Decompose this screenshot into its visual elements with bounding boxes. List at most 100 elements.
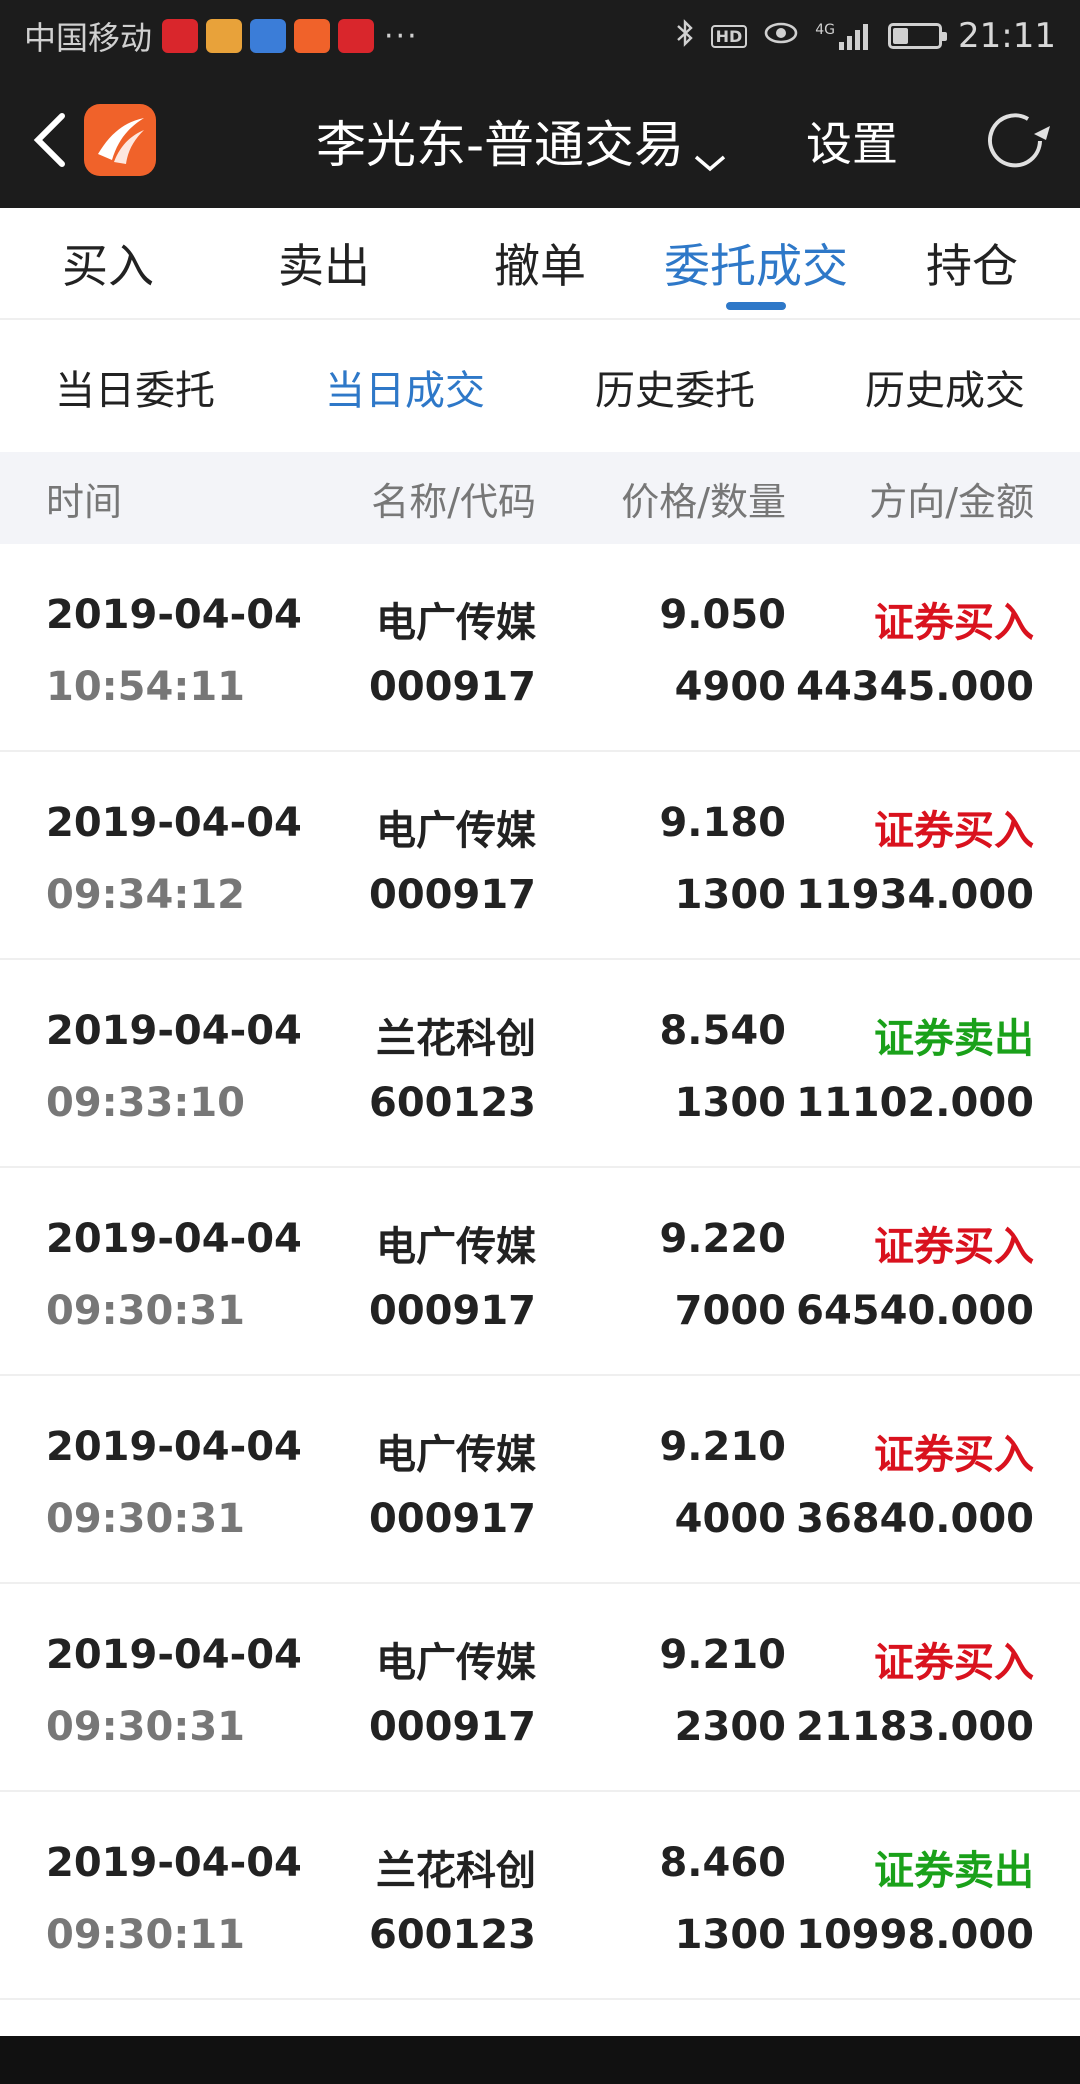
stock-name: 电广传媒 [376,808,536,854]
hd-badge: HD [710,24,748,48]
stock-code: 000917 [369,1288,536,1334]
trade-price: 9.220 [659,1216,786,1262]
trade-quantity: 4000 [674,1496,786,1542]
trade-time: 09:30:31 [46,1288,245,1334]
trade-date: 2019-04-04 [46,800,302,846]
trade-time: 10:54:11 [46,664,245,710]
table-row[interactable]: 2019-04-04 09:30:31 电广传媒 000917 9.210 2300 证券买… [0,1584,1080,1792]
trade-date: 2019-04-04 [46,1216,302,1262]
sub-tabs: 当日委托 当日成交 历史委托 历史成交 [0,322,1080,452]
trade-price: 9.210 [659,1632,786,1678]
stock-name: 兰花科创 [376,1016,536,1062]
tab-positions[interactable]: 持仓 [864,208,1080,318]
trade-price: 8.460 [659,1840,786,1886]
subtab-history-orders[interactable]: 历史委托 [540,322,810,452]
more-notifications-icon: ··· [384,18,419,54]
settings-button[interactable]: 设置 [806,106,898,176]
refresh-icon[interactable] [978,104,1052,178]
chevron-down-icon [692,129,728,172]
account-selector[interactable]: 李光东-普通交易 [316,106,728,176]
trade-price: 8.540 [659,1008,786,1054]
trade-amount: 21183.000 [796,1704,1034,1750]
bluetooth-icon [675,18,695,55]
table-header: 时间 名称/代码 价格/数量 方向/金额 [0,452,1080,544]
back-arrow-icon[interactable] [26,110,76,170]
trade-list: 2019-04-04 10:54:11 电广传媒 000917 9.050 4900 证券买… [0,544,1080,2000]
trade-direction: 证券买入 [874,600,1034,646]
tab-buy[interactable]: 买入 [0,208,216,318]
tab-orders-trades[interactable]: 委托成交 [648,208,864,318]
subtab-today-orders[interactable]: 当日委托 [0,322,270,452]
trade-quantity: 1300 [674,872,786,918]
trade-amount: 11102.000 [796,1080,1034,1126]
stock-code: 000917 [369,1496,536,1542]
subtab-history-trades[interactable]: 历史成交 [810,322,1080,452]
trade-time: 09:30:31 [46,1704,245,1750]
trade-amount: 11934.000 [796,872,1034,918]
table-row[interactable]: 2019-04-04 09:30:31 电广传媒 000917 9.210 4000 证券买… [0,1376,1080,1584]
clock: 21:11 [958,16,1056,56]
status-bar: 中国移动 ··· HD 4G 21:11 [0,0,1080,72]
subtab-today-trades[interactable]: 当日成交 [270,322,540,452]
battery-icon [888,23,948,49]
stock-code: 000917 [369,872,536,918]
trade-amount: 10998.000 [796,1912,1034,1958]
stock-code: 000917 [369,664,536,710]
trade-direction: 证券卖出 [874,1848,1034,1894]
table-row[interactable]: 2019-04-04 10:54:11 电广传媒 000917 9.050 4900 证券买… [0,544,1080,752]
trade-time: 09:30:31 [46,1496,245,1542]
table-row[interactable]: 2019-04-04 09:30:11 兰花科创 600123 8.460 1300 证券卖… [0,1792,1080,2000]
trade-date: 2019-04-04 [46,1008,302,1054]
stock-name: 电广传媒 [376,600,536,646]
header-name-code: 名称/代码 [371,479,536,524]
table-row[interactable]: 2019-04-04 09:34:12 电广传媒 000917 9.180 1300 证券买… [0,752,1080,960]
trade-amount: 44345.000 [796,664,1034,710]
trade-direction: 证券买入 [874,808,1034,854]
trade-price: 9.050 [659,592,786,638]
signal-icon: 4G [815,22,872,50]
stock-code: 600123 [369,1912,536,1958]
stock-name: 电广传媒 [376,1640,536,1686]
main-tabs: 买入 卖出 撤单 委托成交 持仓 [0,208,1080,320]
tab-cancel[interactable]: 撤单 [432,208,648,318]
system-nav-bar [0,2036,1080,2084]
trade-direction: 证券卖出 [874,1016,1034,1062]
trade-quantity: 1300 [674,1912,786,1958]
header-price-qty: 价格/数量 [621,479,786,524]
table-row[interactable]: 2019-04-04 09:30:31 电广传媒 000917 9.220 7000 证券买… [0,1168,1080,1376]
tab-sell[interactable]: 卖出 [216,208,432,318]
eye-icon [763,20,799,53]
trade-time: 09:34:12 [46,872,245,918]
nav-bar: 李光东-普通交易 设置 [0,72,1080,208]
app-play-icon [206,19,243,53]
trade-date: 2019-04-04 [46,1424,302,1470]
header-time: 时间 [46,479,123,524]
app-bank-icon [338,19,375,53]
trade-quantity: 2300 [674,1704,786,1750]
trade-date: 2019-04-04 [46,592,302,638]
header-direction-amount: 方向/金额 [869,479,1034,524]
table-row[interactable]: 2019-04-04 09:33:10 兰花科创 600123 8.540 1300 证券卖… [0,960,1080,1168]
trade-quantity: 7000 [674,1288,786,1334]
stock-code: 600123 [369,1080,536,1126]
trade-time: 09:30:11 [46,1912,245,1958]
stock-name: 电广传媒 [376,1224,536,1270]
stock-name: 电广传媒 [376,1432,536,1478]
stock-name: 兰花科创 [376,1848,536,1894]
app-logo-icon [84,104,156,176]
trade-direction: 证券买入 [874,1640,1034,1686]
network-label: 4G [815,22,836,38]
trade-direction: 证券买入 [874,1224,1034,1270]
app-orange-icon [294,19,331,53]
account-title: 李光东-普通交易 [316,116,685,174]
trade-quantity: 4900 [674,664,786,710]
trade-date: 2019-04-04 [46,1840,302,1886]
trade-amount: 64540.000 [796,1288,1034,1334]
carrier-label: 中国移动 [24,19,153,57]
trade-time: 09:33:10 [46,1080,245,1126]
trade-direction: 证券买入 [874,1432,1034,1478]
trade-date: 2019-04-04 [46,1632,302,1678]
trade-amount: 36840.000 [796,1496,1034,1542]
app-blue-icon [250,19,287,53]
app-red-icon [162,19,199,53]
